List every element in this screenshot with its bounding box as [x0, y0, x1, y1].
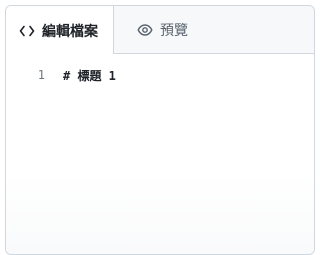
file-editor-panel: 編輯檔案 預覽 1 # 標題 1	[5, 5, 315, 255]
code-line: 1 # 標題 1	[6, 66, 116, 84]
line-number: 1	[37, 68, 45, 82]
eye-icon	[136, 22, 154, 38]
tab-preview-label: 預覽	[160, 23, 188, 39]
code-editor[interactable]: 1 # 標題 1	[6, 54, 314, 254]
code-icon	[18, 23, 36, 39]
tab-preview[interactable]: 預覽	[114, 6, 188, 54]
tab-edit-file-label: 編輯檔案	[42, 23, 98, 40]
tab-edit-file[interactable]: 編輯檔案	[6, 6, 114, 55]
editor-tab-bar: 編輯檔案 預覽	[6, 6, 314, 55]
line-content[interactable]: # 標題 1	[63, 67, 116, 84]
